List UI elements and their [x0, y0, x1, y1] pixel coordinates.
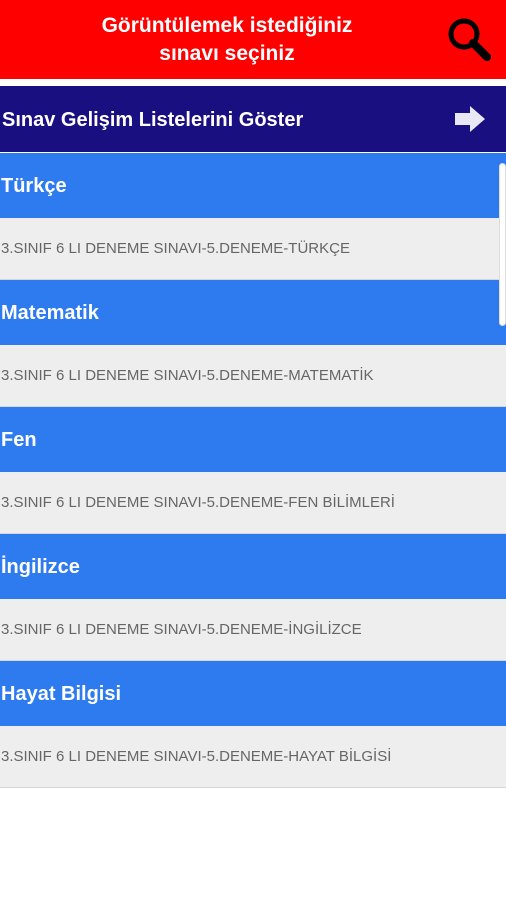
app-header: Görüntülemek istediğiniz sınavı seçiniz [0, 0, 506, 79]
progress-lists-label: Sınav Gelişim Listelerini Göster [2, 109, 304, 131]
scrollbar[interactable] [499, 163, 506, 326]
exam-name: 3.SINIF 6 LI DENEME SINAVI-5.DENEME-MATE… [1, 367, 374, 384]
exam-list-item[interactable]: 3.SINIF 6 LI DENEME SINAVI-5.DENEME-İNGİ… [0, 599, 506, 661]
exam-list-item[interactable]: 3.SINIF 6 LI DENEME SINAVI-5.DENEME-TÜRK… [0, 218, 506, 280]
exam-list: Türkçe 3.SINIF 6 LI DENEME SINAVI-5.DENEM… [0, 153, 506, 788]
search-icon [448, 18, 491, 61]
exam-list-item[interactable]: 3.SINIF 6 LI DENEME SINAVI-5.DENEME-FEN … [0, 472, 506, 534]
show-progress-lists-button[interactable]: Sınav Gelişim Listelerini Göster [0, 86, 506, 152]
exam-name: 3.SINIF 6 LI DENEME SINAVI-5.DENEME-HAYA… [1, 748, 392, 765]
arrow-right-icon [455, 106, 485, 132]
search-button[interactable] [444, 14, 494, 64]
subject-header: Matematik [0, 280, 506, 345]
subject-name: İngilizce [1, 556, 80, 578]
subject-header: Türkçe [0, 153, 506, 218]
exam-name: 3.SINIF 6 LI DENEME SINAVI-5.DENEME-TÜRK… [1, 240, 350, 257]
exam-list-item[interactable]: 3.SINIF 6 LI DENEME SINAVI-5.DENEME-HAYA… [0, 726, 506, 788]
exam-list-item[interactable]: 3.SINIF 6 LI DENEME SINAVI-5.DENEME-MATE… [0, 345, 506, 407]
subject-header: İngilizce [0, 534, 506, 599]
exam-name: 3.SINIF 6 LI DENEME SINAVI-5.DENEME-İNGİ… [1, 621, 362, 638]
subject-name: Fen [1, 429, 37, 451]
subject-name: Matematik [1, 302, 99, 324]
exam-name: 3.SINIF 6 LI DENEME SINAVI-5.DENEME-FEN … [1, 494, 395, 511]
subject-name: Hayat Bilgisi [1, 683, 122, 705]
subject-header: Hayat Bilgisi [0, 661, 506, 726]
page-title: Görüntülemek istediğiniz sınavı seçiniz [101, 14, 353, 65]
subject-name: Türkçe [1, 175, 67, 197]
subject-header: Fen [0, 407, 506, 472]
header-divider [0, 79, 506, 86]
